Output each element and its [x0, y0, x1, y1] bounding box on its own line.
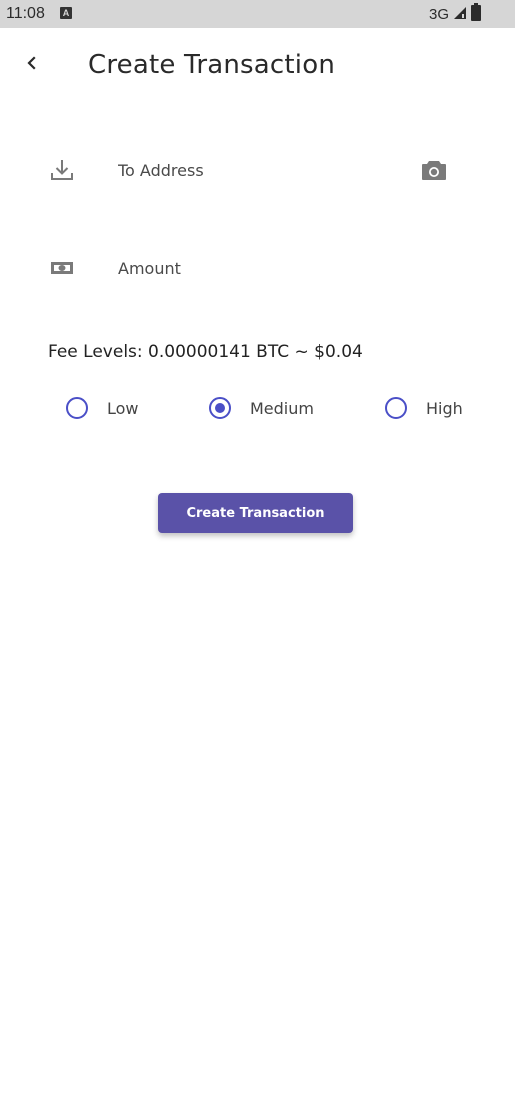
signal-icon [453, 5, 467, 24]
fee-levels-text: Fee Levels: 0.00000141 BTC ~ $0.04 [48, 342, 363, 362]
a-icon: A [60, 7, 72, 19]
radio-unchecked-icon [65, 396, 89, 420]
status-time: 11:08 [6, 5, 45, 22]
page-title: Create Transaction [88, 50, 335, 80]
fee-option-label: Low [107, 398, 139, 418]
fee-option-label: Medium [250, 398, 314, 418]
radio-unchecked-icon [384, 396, 408, 420]
chevron-left-icon [25, 55, 39, 74]
status-bar: 11:08 A 3G [0, 0, 515, 28]
battery-icon [471, 3, 481, 25]
fee-level-radio-group: Low Medium High [0, 392, 515, 424]
app-bar: Create Transaction [0, 28, 515, 104]
status-indicators: 3G [428, 3, 481, 25]
network-type: 3G [428, 5, 449, 23]
create-transaction-button[interactable]: Create Transaction [158, 493, 353, 533]
amount-row [0, 238, 515, 298]
fee-option-medium[interactable]: Medium [208, 392, 314, 424]
cash-icon [46, 252, 78, 284]
radio-checked-icon [208, 396, 232, 420]
to-address-row [0, 140, 515, 200]
camera-icon[interactable] [418, 154, 450, 186]
to-address-input[interactable] [118, 158, 398, 182]
download-icon [46, 154, 78, 186]
fee-option-high[interactable]: High [384, 392, 463, 424]
fee-option-label: High [426, 398, 463, 418]
amount-input[interactable] [118, 256, 398, 280]
back-button[interactable] [18, 50, 46, 78]
fee-option-low[interactable]: Low [65, 392, 139, 424]
